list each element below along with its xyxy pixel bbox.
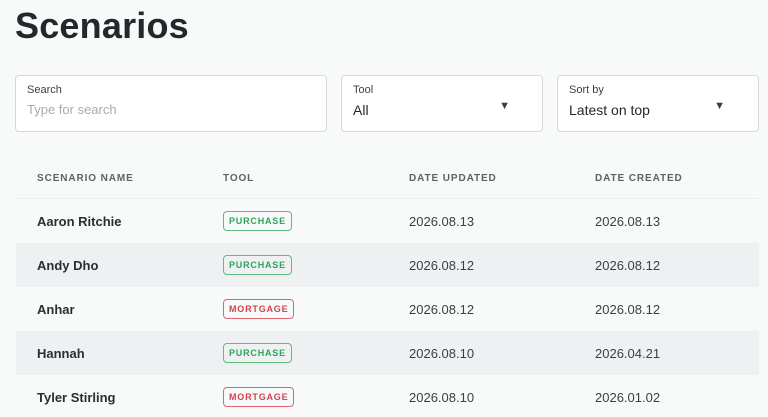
header-date-updated[interactable]: DATE UPDATED: [388, 173, 574, 184]
tool-select[interactable]: Tool All ▼: [341, 75, 543, 132]
sort-label: Sort by: [569, 84, 604, 96]
date-updated: 2026.08.10: [409, 345, 475, 361]
scenario-name[interactable]: Tyler Stirling: [16, 390, 202, 405]
date-updated: 2026.08.13: [409, 213, 475, 229]
table-row[interactable]: Tyler Stirling MORTGAGE 2026.08.10 2026.…: [16, 375, 759, 417]
tool-badge: PURCHASE: [223, 211, 292, 231]
date-updated: 2026.08.10: [409, 389, 475, 405]
caret-down-icon: ▼: [714, 100, 725, 112]
search-label: Search: [27, 84, 62, 96]
date-updated: 2026.08.12: [409, 301, 475, 317]
table-row[interactable]: Anhar MORTGAGE 2026.08.12 2026.08.12: [16, 287, 759, 331]
table-row[interactable]: Aaron Ritchie PURCHASE 2026.08.13 2026.0…: [16, 199, 759, 243]
caret-down-icon: ▼: [499, 100, 510, 112]
scenario-name[interactable]: Hannah: [16, 346, 202, 361]
table-header: SCENARIO NAME TOOL DATE UPDATED DATE CRE…: [16, 159, 759, 199]
tool-badge: PURCHASE: [223, 343, 292, 363]
header-date-created[interactable]: DATE CREATED: [574, 173, 759, 184]
table-row[interactable]: Hannah PURCHASE 2026.08.10 2026.04.21: [16, 331, 759, 375]
scenarios-table: SCENARIO NAME TOOL DATE UPDATED DATE CRE…: [16, 159, 759, 417]
date-created: 2026.08.12: [595, 257, 661, 273]
page-title: Scenarios: [15, 5, 189, 46]
tool-badge: MORTGAGE: [223, 387, 295, 407]
scenarios-page: Scenarios Search Tool All ▼ Sort by Late…: [0, 0, 768, 417]
date-created: 2026.08.13: [595, 213, 661, 229]
sort-select[interactable]: Sort by Latest on top ▼: [557, 75, 759, 132]
search-input[interactable]: [27, 102, 315, 117]
table-row[interactable]: Andy Dho PURCHASE 2026.08.12 2026.08.12: [16, 243, 759, 287]
date-created: 2026.01.02: [595, 389, 661, 405]
search-field[interactable]: Search: [15, 75, 327, 132]
scenario-name[interactable]: Aaron Ritchie: [16, 214, 202, 229]
tool-badge: MORTGAGE: [223, 299, 295, 319]
header-scenario-name[interactable]: SCENARIO NAME: [16, 173, 202, 184]
scenario-name[interactable]: Andy Dho: [16, 258, 202, 273]
date-created: 2026.08.12: [595, 301, 661, 317]
scenario-name[interactable]: Anhar: [16, 302, 202, 317]
header-tool[interactable]: TOOL: [202, 173, 388, 184]
date-updated: 2026.08.12: [409, 257, 475, 273]
tool-badge: PURCHASE: [223, 255, 292, 275]
date-created: 2026.04.21: [595, 345, 661, 361]
tool-label: Tool: [353, 84, 374, 96]
